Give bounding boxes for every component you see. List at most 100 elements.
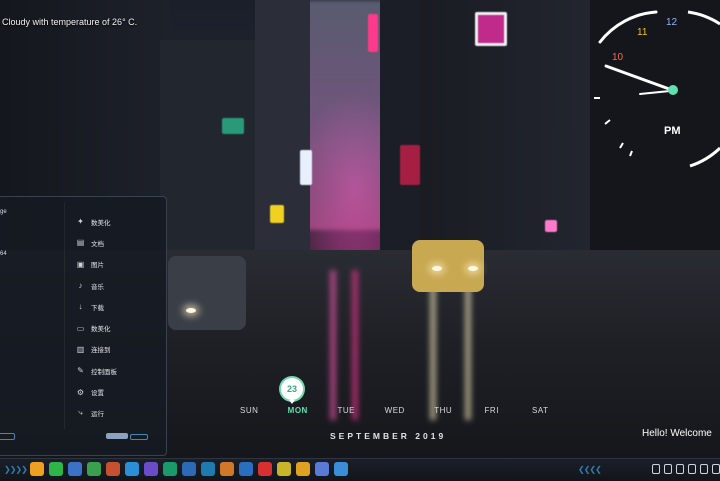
puzzle-icon: ✦	[77, 217, 84, 227]
image-icon: ▣	[76, 259, 85, 269]
clock-hand	[604, 64, 674, 92]
clock-center-dot	[668, 85, 678, 95]
launcher-item-documents[interactable]: ▤ 文档	[76, 232, 162, 253]
street-reflection	[330, 270, 336, 420]
photo-icon[interactable]	[68, 462, 82, 476]
neon-sign	[400, 145, 420, 185]
car-headlight	[432, 266, 442, 271]
ghost-icon[interactable]	[315, 462, 329, 476]
browser-icon[interactable]	[125, 462, 139, 476]
display-icon[interactable]	[700, 464, 708, 474]
neon-sign	[222, 118, 244, 134]
launcher-item-downloads[interactable]: ↓ 下载	[76, 296, 162, 317]
launcher-item-beautify-2[interactable]: ▭ 数美化	[76, 317, 162, 338]
puzzle-app-icon[interactable]	[277, 462, 291, 476]
wallpaper-building	[160, 40, 265, 270]
mountain-icon[interactable]	[106, 462, 120, 476]
launcher-item-label: 下载	[91, 304, 104, 312]
launcher-user-column: ge 64	[0, 197, 62, 455]
player-icon[interactable]	[144, 462, 158, 476]
street-reflection	[430, 270, 436, 420]
taskbar: ❯❯❯❯ ❮❮❮❮	[0, 458, 720, 481]
monitor-icon: ▭	[76, 323, 85, 333]
notes-icon[interactable]	[182, 462, 196, 476]
launcher-item-label: 文档	[91, 240, 104, 248]
launcher-side-label: 64	[0, 251, 7, 257]
launcher-scroll-right[interactable]	[130, 434, 148, 440]
notes-icon[interactable]	[688, 464, 696, 474]
headset-icon[interactable]	[652, 464, 660, 474]
launcher-power-slider[interactable]	[106, 433, 128, 439]
street-reflection	[465, 270, 471, 420]
control-panel-icon: ✎	[77, 366, 84, 376]
current-date: 23	[286, 384, 297, 394]
folder-icon[interactable]	[296, 462, 310, 476]
connect-icon: ▥	[76, 344, 85, 354]
window-icon[interactable]	[676, 464, 684, 474]
launcher-item-settings[interactable]: ⚙ 设置	[76, 381, 162, 402]
wallpaper-building	[380, 0, 425, 250]
calendar-day: TUE	[337, 406, 355, 415]
calendar-day: SUN	[240, 406, 259, 415]
launcher-item-control-panel[interactable]: ✎ 控制面板	[76, 360, 162, 381]
launcher-panel: ge 64 ✦ 数美化 ▤ 文档 ▣ 图片 ♪ 音乐 ↓ 下载 ▭ 数美化 ▥	[0, 196, 167, 456]
launcher-scroll-left[interactable]	[0, 433, 15, 440]
calendar-week-strip: SUN MON TUE WED THU FRI SAT	[225, 406, 565, 415]
launcher-item-label: 控制面板	[91, 368, 117, 376]
welcome-text: Hello! Welcome	[642, 428, 712, 439]
launcher-divider	[64, 203, 65, 429]
green-app-icon[interactable]	[87, 462, 101, 476]
street-reflection	[352, 270, 358, 420]
network-icon[interactable]	[712, 464, 720, 474]
launcher-item-label: 连接到	[91, 347, 111, 355]
cube-icon[interactable]	[220, 462, 234, 476]
launcher-item-music[interactable]: ♪ 音乐	[76, 275, 162, 296]
launcher-item-label: 数美化	[91, 326, 111, 334]
clock-dial	[594, 10, 720, 168]
keyboard-icon[interactable]	[664, 464, 672, 474]
terminal-icon[interactable]	[163, 462, 177, 476]
clock-hour-label: 12	[666, 17, 678, 28]
clock-widget: 10 11 12 PM	[590, 0, 720, 180]
calendar-day: SAT	[532, 406, 549, 415]
neon-sign	[300, 150, 312, 185]
launcher-item-connect[interactable]: ▥ 连接到	[76, 339, 162, 360]
calendar-day: THU	[434, 406, 453, 415]
music-icon: ♪	[78, 281, 83, 291]
system-tray	[652, 464, 720, 474]
launcher-item-beautify[interactable]: ✦ 数美化	[76, 211, 162, 232]
calendar-day: FRI	[484, 406, 499, 415]
wallpaper-building	[420, 0, 600, 280]
weibo-icon[interactable]	[258, 462, 272, 476]
screen-icon[interactable]	[201, 462, 215, 476]
launcher-menu: ✦ 数美化 ▤ 文档 ▣ 图片 ♪ 音乐 ↓ 下载 ▭ 数美化 ▥ 连接到 ✎	[76, 211, 162, 424]
wechat-icon[interactable]	[49, 462, 63, 476]
launcher-item-label: 图片	[91, 262, 104, 270]
taskbar-app-list	[30, 462, 348, 476]
clock-period: PM	[664, 125, 681, 137]
neon-sign	[475, 12, 507, 46]
neon-sign	[368, 14, 378, 52]
launcher-item-pictures[interactable]: ▣ 图片	[76, 254, 162, 275]
launcher-item-label: 设置	[91, 390, 104, 398]
launcher-item-label: 数美化	[91, 219, 111, 227]
wallpaper-car	[168, 256, 246, 330]
taskbar-right-chevrons: ❮❮❮❮	[578, 465, 602, 474]
car-headlight	[186, 308, 196, 313]
weather-text: Cloudy with temperature of 26° C.	[2, 17, 138, 27]
neon-sign	[545, 220, 557, 232]
chrome-icon[interactable]	[334, 462, 348, 476]
window-icon[interactable]	[239, 462, 253, 476]
calendar-day: WED	[384, 406, 405, 415]
launcher-item-run[interactable]: ⤷ 运行	[76, 403, 162, 424]
calendar-day-active: MON	[287, 406, 308, 415]
taskbar-left-chevrons: ❯❯❯❯	[4, 465, 28, 474]
run-icon: ⤷	[78, 408, 83, 418]
launcher-side-label: ge	[0, 209, 7, 215]
paw-icon[interactable]	[30, 462, 44, 476]
clock-hour-label: 11	[637, 27, 648, 38]
current-date-bubble: 23	[281, 378, 303, 404]
neon-sign	[270, 205, 284, 223]
launcher-item-label: 运行	[91, 411, 104, 419]
clock-hour-label: 10	[612, 52, 624, 63]
